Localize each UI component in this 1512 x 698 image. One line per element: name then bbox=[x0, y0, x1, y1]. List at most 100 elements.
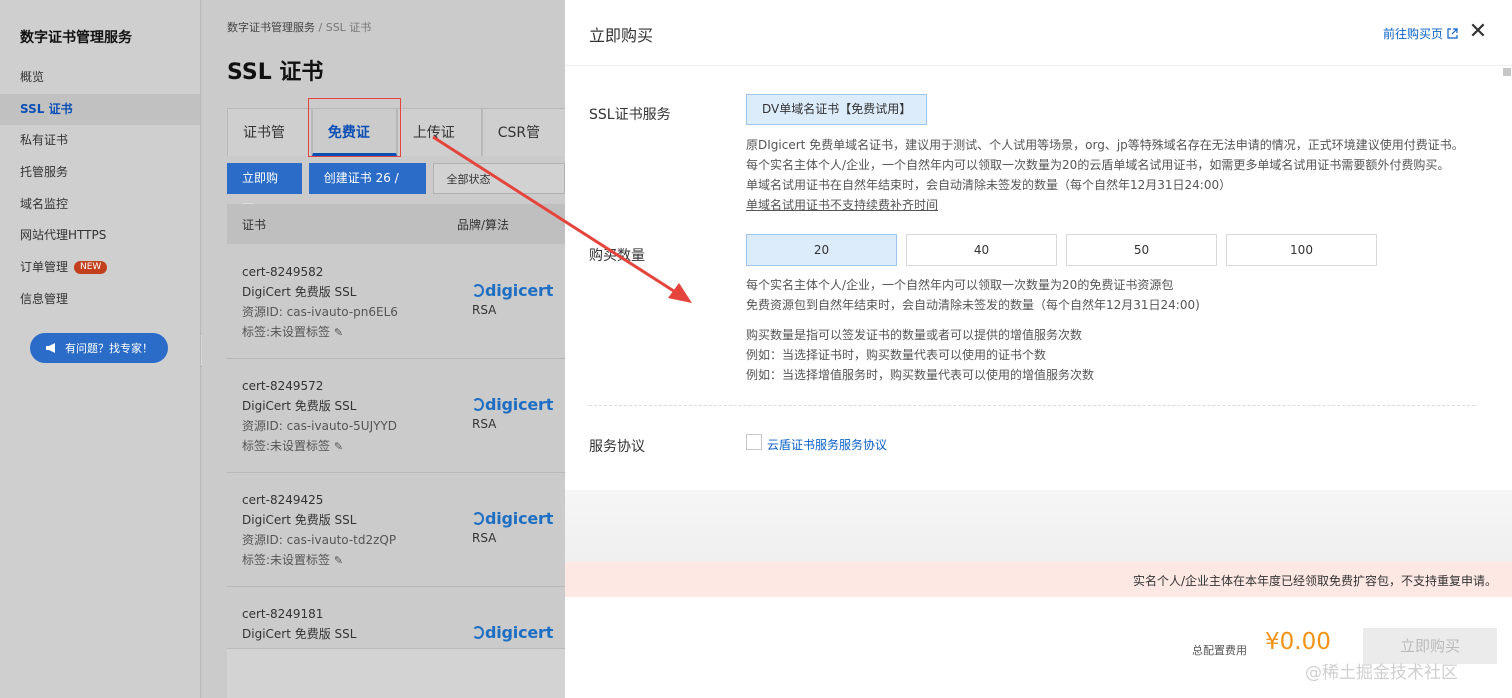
edit-icon[interactable]: ✎ bbox=[334, 554, 343, 567]
digicert-logo-text: digicert bbox=[485, 509, 554, 528]
quantity-explanation: 购买数量是指可以签发证书的数量或者可以提供的增值服务次数 例如：当选择证书时，购… bbox=[746, 325, 1094, 385]
sidebar-item-info[interactable]: 信息管理 bbox=[0, 284, 200, 316]
tab-upload-cert[interactable]: 上传证书 bbox=[396, 108, 482, 189]
sidebar-item-label: 网站代理HTTPS bbox=[20, 228, 107, 243]
total-cost-label: 总配置费用 bbox=[1192, 644, 1247, 657]
buy-now-button[interactable]: 立即购买 bbox=[227, 163, 302, 216]
tab-cert-management[interactable]: 证书管理 bbox=[227, 108, 312, 189]
sidebar-item-domain-monitor[interactable]: 域名监控 bbox=[0, 189, 200, 221]
goto-purchase-label: 前往购买页 bbox=[1383, 27, 1444, 41]
sidebar-item-overview[interactable]: 概览 bbox=[0, 62, 200, 94]
cert-id[interactable]: cert-8249582 bbox=[242, 262, 398, 282]
warning-text: 实名个人/企业主体在本年度已经领取免费扩容包，不支持重复申请。 bbox=[1132, 574, 1497, 588]
cert-resource-id: 资源ID: cas-ivauto-td2zQP bbox=[242, 533, 397, 547]
table-footer-bar bbox=[227, 648, 567, 698]
cert-type: DigiCert 免费版 SSL bbox=[242, 399, 357, 413]
edit-icon[interactable]: ✎ bbox=[334, 440, 343, 453]
table-row: cert-8249572 DigiCert 免费版 SSL 资源ID: cas-… bbox=[227, 359, 567, 473]
sidebar-item-label: 托管服务 bbox=[20, 165, 69, 180]
digicert-logo-text: digicert bbox=[485, 623, 554, 642]
sidebar-item-label: 订单管理 bbox=[20, 260, 69, 275]
section-divider bbox=[589, 405, 1475, 406]
goto-purchase-link[interactable]: 前往购买页 bbox=[1383, 25, 1458, 42]
sidebar-item-proxy-https[interactable]: 网站代理HTTPS bbox=[0, 220, 200, 252]
main-content: 数字证书管理服务 / SSL 证书 SSL 证书 证书管理 免费证书 上传证书 … bbox=[202, 0, 567, 698]
drawer-title: 立即购买 bbox=[589, 26, 654, 45]
table-row: cert-8249582 DigiCert 免费版 SSL 资源ID: cas-… bbox=[227, 245, 567, 359]
agreement-label: 服务协议 bbox=[589, 439, 645, 455]
annotation-highlight-box bbox=[308, 98, 401, 157]
qty-desc-line: 例如：当选择增值服务时，购买数量代表可以使用的增值服务次数 bbox=[746, 368, 1095, 382]
watermark: @稀土掘金技术社区 bbox=[1305, 663, 1458, 683]
quantity-option-20[interactable]: 20 bbox=[746, 234, 897, 266]
cert-info: cert-8249425 DigiCert 免费版 SSL 资源ID: cas-… bbox=[242, 490, 396, 571]
cert-tag-text: 标签:未设置标签 bbox=[242, 553, 331, 567]
breadcrumb-root[interactable]: 数字证书管理服务 bbox=[227, 21, 315, 34]
ask-expert-button[interactable]: 有问题？找专家！ bbox=[30, 333, 168, 363]
qty-desc-line: 每个实名主体个人/企业，一个自然年内可以领取一次数量为20的免费证书资源包 bbox=[746, 278, 1174, 292]
sidebar-item-private-cert[interactable]: 私有证书 bbox=[0, 125, 200, 157]
cert-tag[interactable]: 标签:未设置标签 ✎ bbox=[242, 436, 397, 457]
sidebar-item-label: SSL 证书 bbox=[20, 101, 73, 116]
tab-csr[interactable]: CSR管理 bbox=[481, 108, 567, 189]
drawer-scrollbar[interactable] bbox=[1500, 66, 1512, 496]
cert-tag-text: 标签:未设置标签 bbox=[242, 439, 331, 453]
total-cost-value: ¥0.00 bbox=[1265, 629, 1331, 655]
toolbar: 立即购买 创建证书 26 / 40 全部状态 bbox=[227, 163, 565, 216]
sidebar-item-label: 私有证书 bbox=[20, 133, 69, 148]
cert-brand: digicert RSA bbox=[472, 281, 553, 317]
agreement-link[interactable]: 云盾证书服务服务协议 bbox=[767, 436, 887, 453]
cert-type: DigiCert 免费版 SSL bbox=[242, 513, 357, 527]
status-select[interactable]: 全部状态 bbox=[433, 163, 565, 194]
cert-algorithm: RSA bbox=[472, 531, 497, 545]
breadcrumb: 数字证书管理服务 / SSL 证书 bbox=[227, 19, 371, 35]
cert-id[interactable]: cert-8249181 bbox=[242, 604, 356, 624]
ssl-desc-line: 单域名试用证书不支持续费补齐时间 bbox=[746, 198, 939, 212]
quantity-option-40[interactable]: 40 bbox=[906, 234, 1057, 266]
cert-tag[interactable]: 标签:未设置标签 ✎ bbox=[242, 550, 396, 571]
quantity-option-50[interactable]: 50 bbox=[1066, 234, 1217, 266]
external-link-icon bbox=[1447, 28, 1458, 39]
edit-icon[interactable]: ✎ bbox=[334, 326, 343, 339]
column-header-cert: 证书 bbox=[242, 217, 267, 232]
digicert-logo: digicert bbox=[472, 281, 553, 300]
cert-tag[interactable]: 标签:未设置标签 ✎ bbox=[242, 322, 398, 343]
digicert-logo: digicert bbox=[472, 395, 553, 414]
qty-desc-line: 购买数量是指可以签发证书的数量或者可以提供的增值服务次数 bbox=[746, 328, 1083, 342]
breadcrumb-separator: / bbox=[318, 21, 323, 34]
ssl-service-label: SSL证书服务 bbox=[589, 107, 671, 123]
warning-banner: 实名个人/企业主体在本年度已经领取免费扩容包，不支持重复申请。 bbox=[565, 562, 1512, 597]
create-cert-button[interactable]: 创建证书 26 / 40 bbox=[308, 163, 427, 216]
ssl-option-dv-trial[interactable]: DV单域名证书【免费试用】 bbox=[746, 94, 928, 125]
quantity-description: 每个实名主体个人/企业，一个自然年内可以领取一次数量为20的免费证书资源包 免费… bbox=[746, 275, 1200, 315]
cert-info: cert-8249181 DigiCert 免费版 SSL bbox=[242, 604, 356, 644]
close-icon[interactable]: ✕ bbox=[1468, 18, 1488, 46]
agreement-checkbox[interactable] bbox=[746, 434, 762, 450]
new-badge: NEW bbox=[74, 261, 108, 275]
cert-brand: digicert RSA bbox=[472, 395, 553, 431]
ssl-description: 原DIgicert 免费单域名证书，建议用于测试、个人试用等场景，org、jp等… bbox=[746, 135, 1464, 215]
ssl-desc-line: 原DIgicert 免费单域名证书，建议用于测试、个人试用等场景，org、jp等… bbox=[746, 138, 1464, 152]
cert-type: DigiCert 免费版 SSL bbox=[242, 285, 357, 299]
sidebar-item-orders[interactable]: 订单管理 NEW bbox=[0, 252, 200, 284]
sidebar-item-managed[interactable]: 托管服务 bbox=[0, 157, 200, 189]
cert-type: DigiCert 免费版 SSL bbox=[242, 627, 357, 641]
sidebar-item-ssl[interactable]: SSL 证书 bbox=[0, 93, 200, 126]
sidebar-item-label: 概览 bbox=[20, 70, 45, 84]
quantity-label: 购买数量 bbox=[589, 248, 645, 264]
sidebar: 数字证书管理服务 概览 SSL 证书 私有证书 托管服务 域名监控 网站代理HT… bbox=[0, 0, 201, 698]
scroll-thumb[interactable] bbox=[1503, 68, 1511, 76]
ask-expert-label: 有问题？找专家！ bbox=[65, 342, 153, 355]
table-header: 证书 品牌/算法 bbox=[227, 204, 567, 244]
cert-brand: digicert RSA bbox=[472, 509, 553, 545]
digicert-logo-text: digicert bbox=[485, 281, 554, 300]
cert-brand: digicert bbox=[472, 623, 553, 642]
qty-desc-line: 例如：当选择证书时，购买数量代表可以使用的证书个数 bbox=[746, 348, 1047, 362]
cert-id[interactable]: cert-8249572 bbox=[242, 376, 397, 396]
cert-id[interactable]: cert-8249425 bbox=[242, 490, 396, 510]
quantity-option-100[interactable]: 100 bbox=[1226, 234, 1377, 266]
drawer-header: 立即购买 前往购买页 ✕ bbox=[565, 0, 1512, 66]
digicert-logo: digicert bbox=[472, 623, 553, 642]
drawer-footer: 总配置费用 ¥0.00 立即购买 @稀土掘金技术社区 bbox=[565, 597, 1512, 698]
cert-algorithm: RSA bbox=[472, 417, 497, 431]
